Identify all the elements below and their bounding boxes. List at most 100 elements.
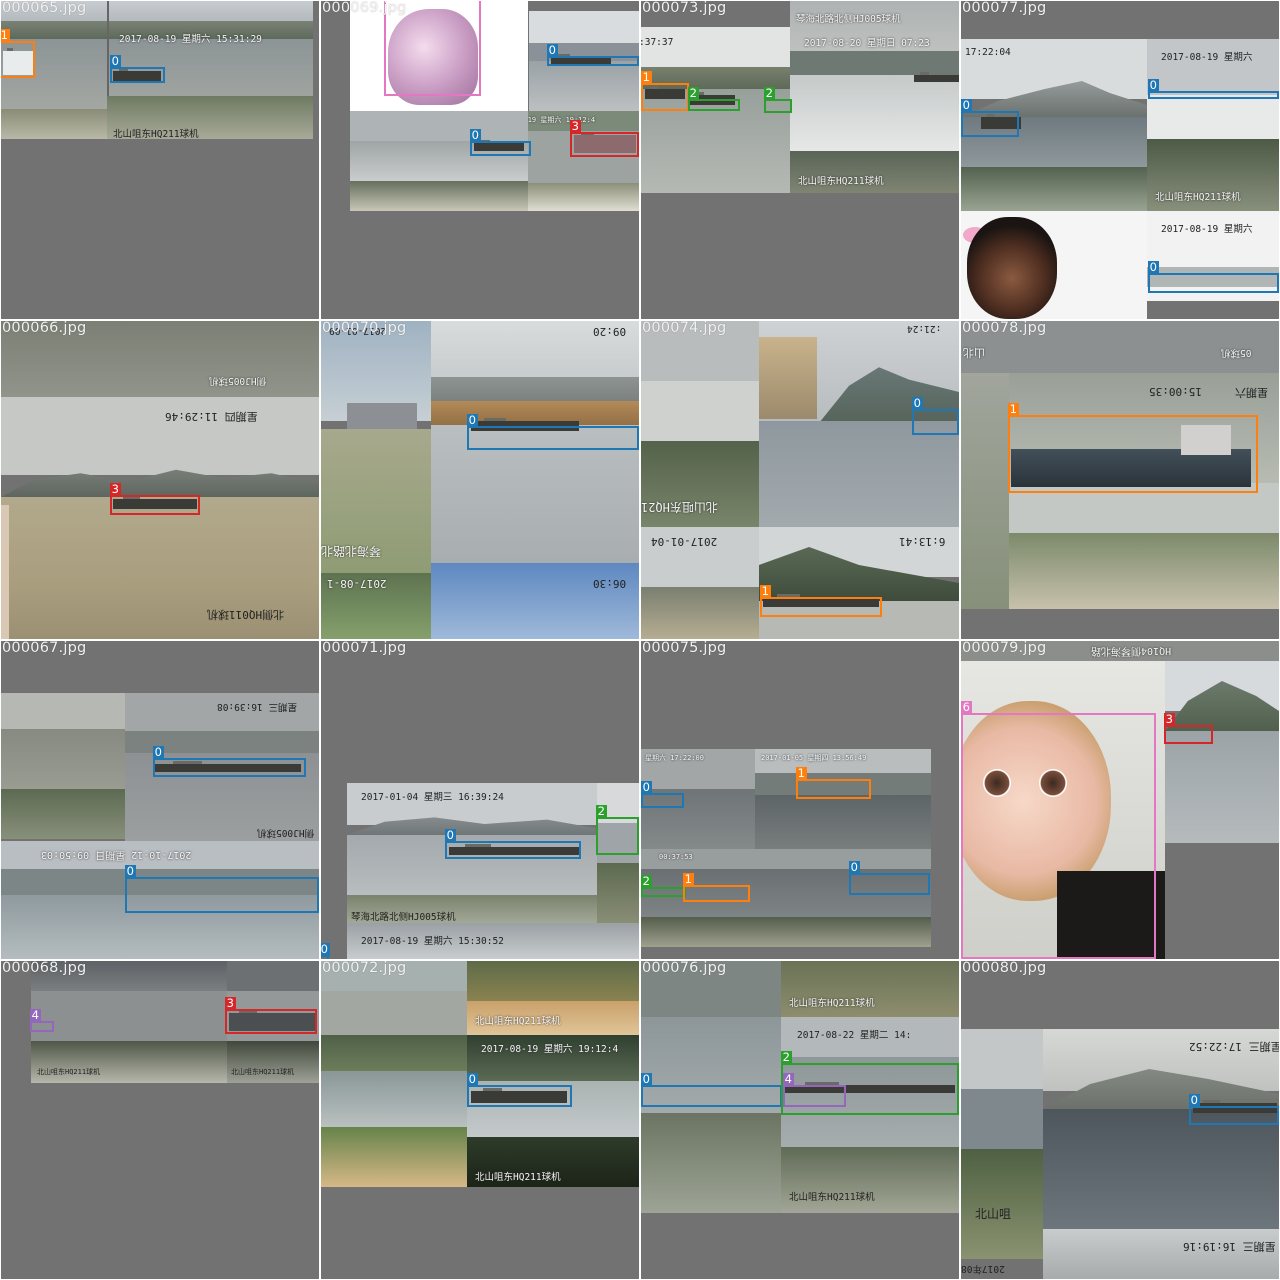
class-label: 0 [466,1072,478,1086]
photo-patch: 北山咀东HQ211球机 [781,961,959,1017]
detection-box-cls0: 0 [321,943,330,959]
photo-patch [350,111,528,211]
mosaic-tile: 2017-08-19 星期六 19:12:4 0 3 0 000069.jpg [321,1,639,319]
camera-label-overlay: 山北 [963,346,985,359]
tile-filename: 000068.jpg [2,961,87,976]
camera-label-overlay: 北山咀东HQ211球机 [37,1068,101,1076]
class-label: 0 [469,128,481,142]
detection-box-cls2: 2 [641,875,686,897]
timestamp-overlay: 2017-08-19 星期六 19:12:4 [481,1044,619,1055]
class-label: 0 [911,396,923,410]
photo-patch: 2017-08-19 星期六 19:12:4 北山咀东HQ211球机 [467,1035,639,1187]
detection-box-cls0: 0 [641,1073,782,1107]
mosaic-tile: 北山咀东HQ211球机 北山咀东HQ211球机 4 3 000068.jpg [1,961,319,1279]
tile-filename: 000075.jpg [642,641,727,656]
photo-patch: 2017-08-19 星期六 19:12:4 [528,111,639,211]
class-label: 2 [763,86,775,100]
detection-box-cls2: 2 [763,87,792,113]
timestamp-overlay: 17:22:04 [965,47,1011,58]
camera-label-overlay: 琴海北路北 [321,544,382,558]
detection-box-cls0: 0 [466,1073,572,1107]
timestamp-overlay: 15:00:35 [1149,385,1202,398]
photo-patch [321,1035,467,1187]
detection-box-cls0: 0 [848,861,930,895]
camera-label-overlay: 北山咀东HQ211球机 [789,1192,875,1203]
detection-box-cls3: 3 [1163,713,1213,744]
class-label: 0 [1147,78,1159,92]
class-label: 2 [595,804,607,818]
photo-patch [1,693,125,839]
timestamp-overlay: 06:30 [593,577,627,590]
photo-patch: 2017-08-22 星期二 14: 北山咀东HQ211球机 [781,1017,959,1213]
photo-patch: 2017-01-09 琴海北路北 2017-08-1 [321,321,431,639]
photo-patch: 2017-01-05 星期四 13:56:49 [755,749,931,849]
detection-box-cls0: 0 [641,781,684,808]
camera-label-overlay: 北山咀 [975,1207,1012,1221]
detection-box-cls0: 0 [1147,261,1279,293]
timestamp-overlay: 星期六 [1235,386,1268,399]
timestamp-overlay: 星期六 17:22:00 [645,754,704,762]
timestamp-overlay: 2017-08-22 星期二 14: [797,1030,912,1041]
class-label: 0 [1147,260,1159,274]
camera-label-overlay: 北山咀东HQ211球机 [231,1068,295,1076]
camera-label-overlay: 琴海北路北侧HJ005球机 [796,14,901,25]
detection-box-cls0: 0 [466,414,639,450]
timestamp-overlay: 星期三 17:22:52 [1189,1040,1279,1053]
photo-patch: 北山咀东HQ211球机 [31,961,227,1083]
tile-filename: 000066.jpg [2,321,87,336]
class-label: 0 [641,780,652,794]
detection-box-cls0: 0 [546,44,639,66]
detection-box-cls3: 3 [569,120,639,157]
timestamp-overlay: 09:20 [593,325,627,338]
mosaic-grid: 2017-08-19 星期六 15:31:29 北山咀东HQ211球机 1 0 … [0,0,1280,1280]
detection-box-cls6: 6 [961,701,1156,959]
photo-patch: 2017-08-19 星期六 北山咀东HQ211球机 [1147,39,1279,211]
detection-box-cls0: 0 [469,129,531,156]
detection-box-cls0: 0 [124,865,319,913]
doll-photo-patch [961,211,1147,319]
photo-patch: 2017-08-19 星期六 15:30:52 [347,923,639,959]
class-label: 1 [682,872,694,886]
photo-patch: 2017-01-04 [641,527,759,639]
timestamp-overlay: 6:13:41 [899,535,946,548]
tile-filename: 000077.jpg [962,1,1047,16]
class-label: 0 [109,54,121,68]
timestamp-overlay: 2017年08 [961,1263,1005,1274]
class-label: 0 [848,860,860,874]
mosaic-tile: 星期六 17:22:00 2017-01-05 星期四 13:56:49 00:… [641,641,959,959]
camera-label-overlay: 北山咀东HQ211球机 [789,998,875,1009]
class-label: 1 [795,766,807,780]
class-label: 3 [1163,712,1175,726]
timestamp-overlay: 2017-08-19 星期六 [1161,224,1253,235]
class-label: 1 [759,584,771,598]
mosaic-tile: 北山咀东HQ211球机 2017-08-19 星期六 19:12:4 北山咀东H… [321,961,639,1279]
camera-label-overlay: 侧HJ005球机 [257,827,315,838]
detection-box-cls3: 3 [109,483,200,515]
class-label: 3 [224,996,236,1010]
detection-box-cls0: 0 [152,746,306,777]
camera-label-overlay: 05球机 [1221,347,1252,358]
timestamp-overlay: 2017-08-19 星期六 15:30:52 [361,936,504,947]
detection-box-cls0: 0 [961,99,1019,137]
detection-box-cls0: 0 [109,55,165,83]
class-label: 1 [1007,402,1019,416]
detection-box-cls3: 3 [224,997,317,1034]
tile-filename: 000076.jpg [642,961,727,976]
mosaic-tile: 05球机 15:00:35 星期六 山北 1 000078.jpg [961,321,1279,639]
timestamp-overlay: 星期四 11:29:46 [165,410,258,423]
tile-filename: 000080.jpg [962,961,1047,976]
camera-label-overlay: 侧HJ005球机 [209,375,267,386]
timestamp-overlay: 2017-08-1 [327,577,387,590]
timestamp-overlay: 2017-08-19 星期六 [1161,52,1253,63]
photo-patch: 星期三 17:22:52 2017-01-08 [1043,1029,1279,1229]
detection-box-cls1: 1 [795,767,871,799]
timestamp-overlay: :37:37 [641,37,674,48]
class-label: 0 [124,864,136,878]
photo-patch: 星期三 16:19:16 [1043,1229,1279,1279]
detection-box-cls0: 0 [1147,79,1279,99]
timestamp-overlay: 2017-08-19 星期六 15:31:29 [119,34,262,45]
camera-label-overlay: 北山咀东HQ211球机 [798,176,884,187]
mosaic-tile: 2017-01-09 琴海北路北 2017-08-1 09:20 06:30 0… [321,321,639,639]
camera-label-overlay: 北山咀东HQ211球机 [1155,192,1241,203]
timestamp-overlay: 00:37:53 [659,853,693,861]
